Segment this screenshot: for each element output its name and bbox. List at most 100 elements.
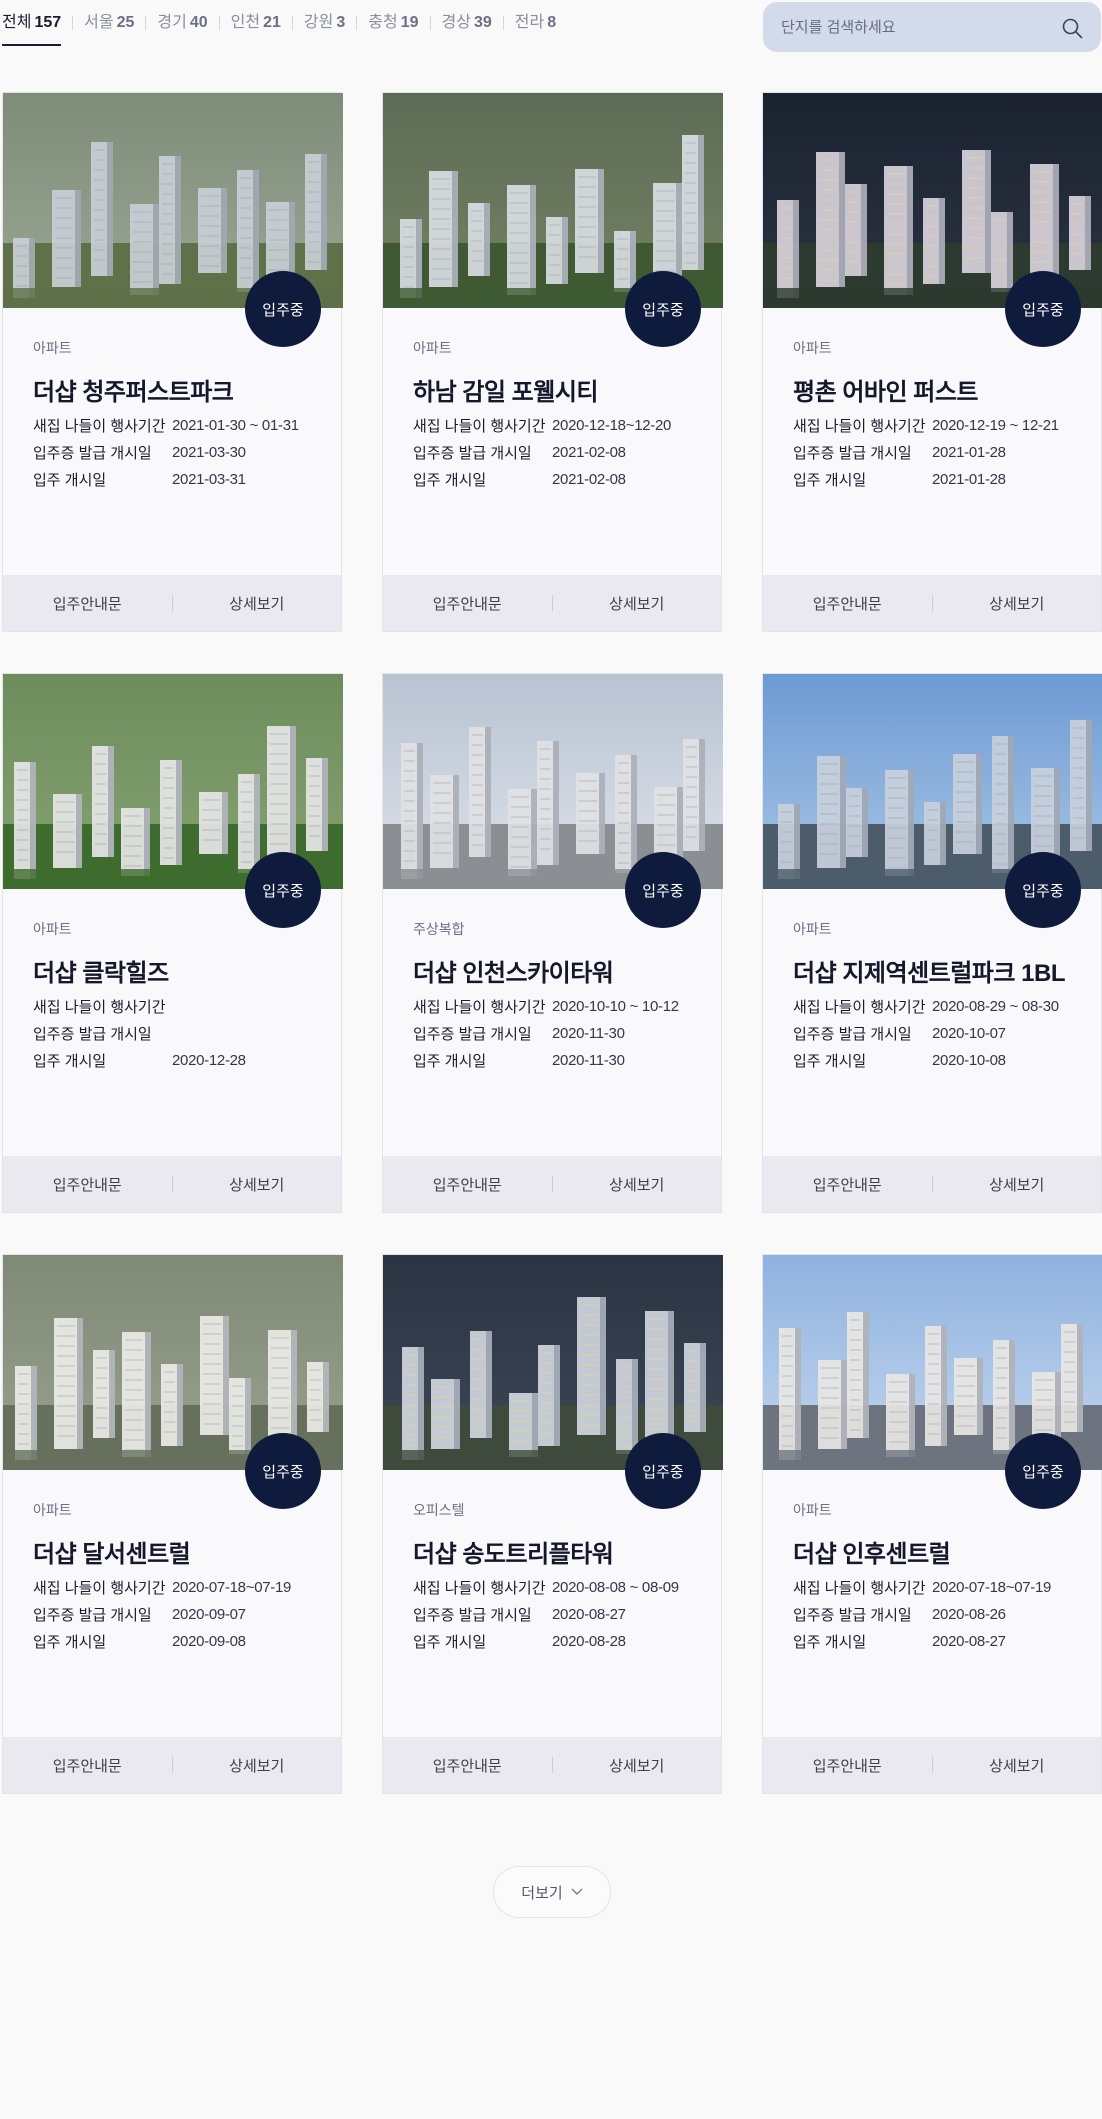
issue-date-value: 2021-02-08 — [552, 444, 626, 461]
issue-date-label: 입주증 발급 개시일 — [33, 1607, 152, 1624]
card-actions: 입주안내문 상세보기 — [383, 1737, 721, 1793]
status-badge: 입주중 — [625, 1433, 701, 1509]
guide-button[interactable]: 입주안내문 — [383, 1755, 552, 1776]
search-input[interactable] — [781, 2, 1051, 52]
search-box — [763, 2, 1101, 52]
issue-date-row: 입주증 발급 개시일 2020-11-30 — [413, 1020, 701, 1047]
more-button[interactable]: 더보기 — [493, 1866, 611, 1918]
detail-button[interactable]: 상세보기 — [553, 1174, 722, 1195]
status-badge: 입주중 — [1005, 271, 1081, 347]
schedule-info: 새집 나들이 행사기간 2020-12-19 ~ 12-21 입주증 발급 개시… — [793, 412, 1081, 493]
guide-button[interactable]: 입주안내문 — [763, 593, 932, 614]
tab-all[interactable]: 전체 157 — [2, 10, 62, 46]
tab-seoul[interactable]: 서울 25 — [84, 10, 134, 36]
issue-date-row: 입주증 발급 개시일 — [33, 1020, 321, 1047]
tab-incheon[interactable]: 인천 21 — [231, 10, 281, 36]
complex-category: 아파트 — [793, 1502, 832, 1518]
move-in-date-row: 입주 개시일 2021-02-08 — [413, 466, 701, 493]
complex-title[interactable]: 하남 감일 포웰시티 — [413, 372, 701, 406]
move-in-date-row: 입주 개시일 2020-11-30 — [413, 1047, 701, 1074]
tab-label: 서울 — [84, 14, 114, 31]
tab-label: 전라 — [514, 14, 545, 31]
complex-card-jije: 입주중 아파트 더샵 지제역센트럴파크 1BL 새집 나들이 행사기간 2020… — [762, 673, 1102, 1213]
complex-card-hanam: 입주중 아파트 하남 감일 포웰시티 새집 나들이 행사기간 2020-12-1… — [382, 92, 723, 632]
move-in-date-row: 입주 개시일 2021-03-31 — [33, 466, 321, 493]
move-in-date-row: 입주 개시일 2021-01-28 — [793, 466, 1081, 493]
tab-jeolla[interactable]: 전라 8 — [515, 10, 556, 36]
schedule-info: 새집 나들이 행사기간 2021-01-30 ~ 01-31 입주증 발급 개시… — [33, 412, 321, 493]
tab-label: 강원 — [303, 14, 334, 31]
event-period-row: 새집 나들이 행사기간 2020-12-19 ~ 12-21 — [793, 412, 1081, 439]
complex-card-inhu: 입주중 아파트 더샵 인후센트럴 새집 나들이 행사기간 2020-07-18~… — [762, 1254, 1102, 1794]
event-period-label: 새집 나들이 행사기간 — [413, 418, 546, 435]
guide-button[interactable]: 입주안내문 — [3, 593, 172, 614]
guide-button[interactable]: 입주안내문 — [763, 1174, 932, 1195]
complex-title[interactable]: 평촌 어바인 퍼스트 — [793, 372, 1081, 406]
move-in-date-value: 2020-09-08 — [172, 1633, 246, 1650]
complex-card-cheongju: 입주중 아파트 더샵 청주퍼스트파크 새집 나들이 행사기간 2021-01-3… — [2, 92, 343, 632]
card-body: 아파트 더샵 지제역센트럴파크 1BL 새집 나들이 행사기간 2020-08-… — [793, 919, 1081, 1074]
detail-button[interactable]: 상세보기 — [933, 593, 1102, 614]
issue-date-label: 입주증 발급 개시일 — [413, 1026, 532, 1043]
issue-date-row: 입주증 발급 개시일 2021-03-30 — [33, 439, 321, 466]
guide-button[interactable]: 입주안내문 — [763, 1755, 932, 1776]
region-tabs: 전체 157 서울 25 경기 40 인천 21 강원 3 충청 19 경상 39 전라 8 — [2, 10, 556, 46]
tab-label: 전체 — [2, 14, 32, 31]
issue-date-label: 입주증 발급 개시일 — [793, 1026, 912, 1043]
complex-category: 아파트 — [793, 921, 832, 937]
status-badge: 입주중 — [245, 271, 321, 347]
more-label: 더보기 — [521, 1884, 563, 1902]
complex-title[interactable]: 더샵 청주퍼스트파크 — [33, 372, 321, 406]
tab-label: 경기 — [157, 14, 187, 31]
detail-button[interactable]: 상세보기 — [553, 593, 722, 614]
search-icon[interactable] — [1061, 17, 1083, 39]
move-in-date-value: 2020-10-08 — [932, 1052, 1006, 1069]
guide-button[interactable]: 입주안내문 — [3, 1755, 172, 1776]
tab-count: 39 — [473, 14, 492, 31]
card-body: 아파트 더샵 인후센트럴 새집 나들이 행사기간 2020-07-18~07-1… — [793, 1500, 1081, 1655]
divider — [218, 16, 220, 30]
complex-category: 아파트 — [33, 921, 72, 937]
detail-button[interactable]: 상세보기 — [173, 1174, 342, 1195]
tab-gangwon[interactable]: 강원 3 — [304, 10, 345, 36]
guide-button[interactable]: 입주안내문 — [3, 1174, 172, 1195]
detail-button[interactable]: 상세보기 — [933, 1755, 1102, 1776]
complex-title[interactable]: 더샵 클락힐즈 — [33, 953, 321, 987]
issue-date-row: 입주증 발급 개시일 2020-08-27 — [413, 1601, 701, 1628]
tab-chungcheong[interactable]: 충청 19 — [368, 10, 418, 36]
card-actions: 입주안내문 상세보기 — [383, 575, 721, 631]
tab-count: 157 — [34, 14, 62, 31]
tab-gyeongsang[interactable]: 경상 39 — [442, 10, 492, 36]
schedule-info: 새집 나들이 행사기간 입주증 발급 개시일 입주 개시일 2020-12-28 — [33, 993, 321, 1074]
tab-label: 경상 — [441, 14, 471, 31]
complex-title[interactable]: 더샵 달서센트럴 — [33, 1534, 321, 1568]
card-actions: 입주안내문 상세보기 — [3, 1737, 341, 1793]
move-in-date-value: 2021-02-08 — [552, 471, 626, 488]
detail-button[interactable]: 상세보기 — [553, 1755, 722, 1776]
schedule-info: 새집 나들이 행사기간 2020-07-18~07-19 입주증 발급 개시일 … — [33, 1574, 321, 1655]
complex-title[interactable]: 더샵 송도트리플타워 — [413, 1534, 701, 1568]
guide-button[interactable]: 입주안내문 — [383, 593, 552, 614]
card-actions: 입주안내문 상세보기 — [763, 1156, 1101, 1212]
event-period-value: 2020-07-18~07-19 — [172, 1579, 292, 1596]
move-in-date-label: 입주 개시일 — [33, 1053, 107, 1070]
complex-title[interactable]: 더샵 지제역센트럴파크 1BL — [793, 953, 1081, 987]
card-actions: 입주안내문 상세보기 — [383, 1156, 721, 1212]
card-body: 주상복합 더샵 인천스카이타워 새집 나들이 행사기간 2020-10-10 ~… — [413, 919, 701, 1074]
status-badge: 입주중 — [1005, 1433, 1081, 1509]
issue-date-value: 2020-11-30 — [552, 1025, 625, 1042]
tab-count: 8 — [547, 14, 557, 31]
guide-button[interactable]: 입주안내문 — [383, 1174, 552, 1195]
detail-button[interactable]: 상세보기 — [173, 1755, 342, 1776]
event-period-label: 새집 나들이 행사기간 — [33, 999, 166, 1016]
detail-button[interactable]: 상세보기 — [173, 593, 342, 614]
issue-date-row: 입주증 발급 개시일 2021-02-08 — [413, 439, 701, 466]
complex-title[interactable]: 더샵 인천스카이타워 — [413, 953, 701, 987]
complex-title[interactable]: 더샵 인후센트럴 — [793, 1534, 1081, 1568]
detail-button[interactable]: 상세보기 — [933, 1174, 1102, 1195]
filter-bar: 전체 157 서울 25 경기 40 인천 21 강원 3 충청 19 경상 39 전라 8 — [0, 0, 1102, 52]
tab-gyeonggi[interactable]: 경기 40 — [157, 10, 207, 36]
complex-category: 아파트 — [793, 340, 832, 356]
event-period-row: 새집 나들이 행사기간 2020-07-18~07-19 — [793, 1574, 1081, 1601]
move-in-date-label: 입주 개시일 — [793, 1634, 867, 1651]
